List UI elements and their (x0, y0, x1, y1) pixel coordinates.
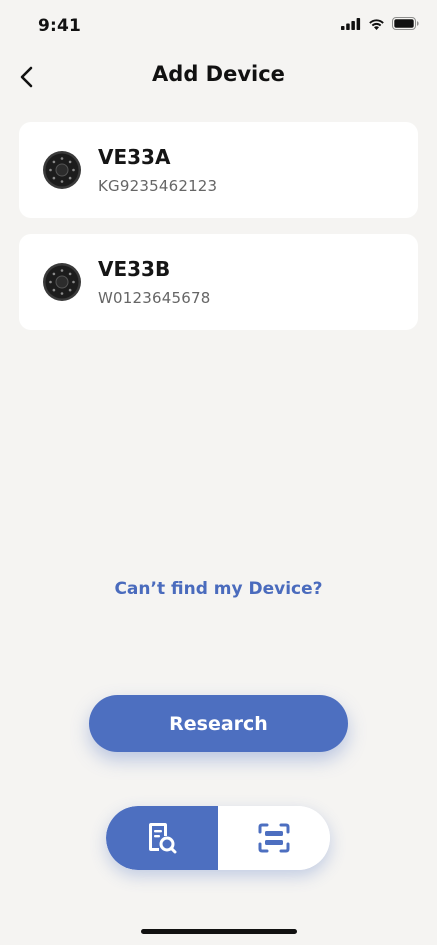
device-serial: W0123645678 (98, 289, 211, 307)
wifi-icon (369, 18, 384, 30)
status-bar: 9:41 (0, 0, 437, 50)
smart-lock-icon (43, 263, 81, 301)
battery-icon (392, 17, 419, 30)
search-mode-tab[interactable] (106, 806, 218, 870)
status-icons (341, 17, 419, 30)
research-button[interactable]: Research (89, 695, 348, 752)
scan-mode-tab[interactable] (218, 806, 330, 870)
scan-icon (258, 823, 290, 853)
device-serial: KG9235462123 (98, 177, 218, 195)
cellular-signal-icon (341, 17, 361, 30)
search-document-icon (149, 823, 177, 854)
device-name: VE33A (98, 145, 171, 169)
mode-toggle (106, 806, 330, 870)
smart-lock-icon (43, 151, 81, 189)
status-time: 9:41 (38, 16, 82, 36)
home-indicator (141, 929, 297, 934)
device-name: VE33B (98, 257, 171, 281)
cant-find-device-link[interactable]: Can’t find my Device? (0, 579, 437, 599)
page-title: Add Device (152, 62, 285, 86)
device-card[interactable]: VE33A KG9235462123 (19, 122, 418, 218)
device-card[interactable]: VE33B W0123645678 (19, 234, 418, 330)
